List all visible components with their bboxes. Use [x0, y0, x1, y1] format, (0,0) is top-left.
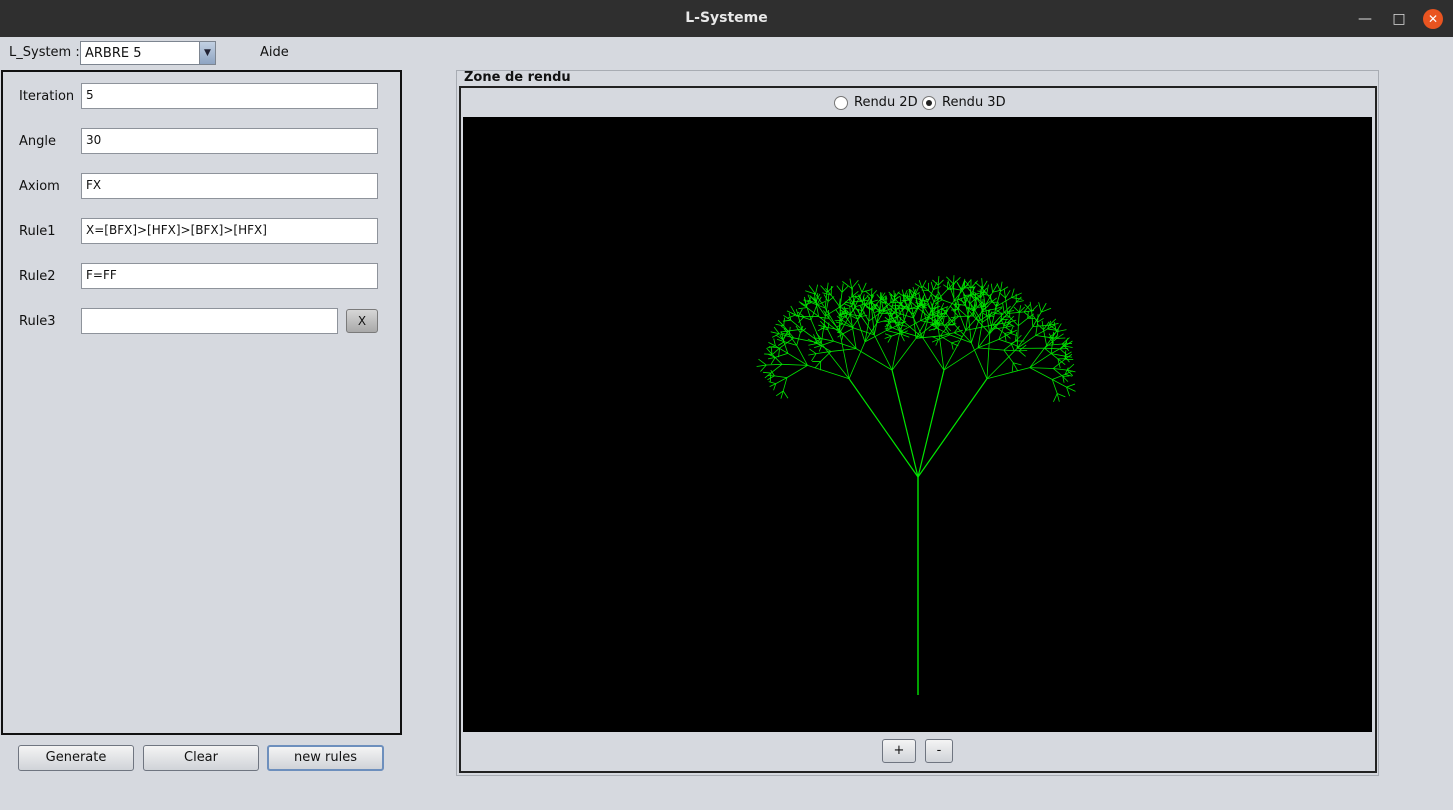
lsystem-select-value: ARBRE 5: [85, 46, 142, 61]
angle-field[interactable]: 30: [81, 128, 378, 154]
generate-button[interactable]: Generate: [18, 745, 134, 771]
close-icon[interactable]: ✕: [1423, 9, 1443, 29]
rendu-2d-label[interactable]: Rendu 2D: [854, 95, 918, 110]
minimize-icon[interactable]: —: [1355, 9, 1375, 29]
new-rules-button[interactable]: new rules: [267, 745, 384, 771]
maximize-icon[interactable]: □: [1389, 9, 1409, 29]
rule2-field[interactable]: F=FF: [81, 263, 378, 289]
lsystem-select[interactable]: ARBRE 5 ▼: [80, 41, 216, 65]
title-bar: L-Systeme — □ ✕: [0, 0, 1453, 37]
remove-rule3-button[interactable]: X: [346, 309, 378, 333]
render-canvas[interactable]: [463, 117, 1372, 732]
clear-button[interactable]: Clear: [143, 745, 259, 771]
rule3-label: Rule3: [19, 314, 56, 329]
iteration-field[interactable]: 5: [81, 83, 378, 109]
lsystem-tree: [756, 275, 1076, 695]
angle-label: Angle: [19, 134, 56, 149]
parameters-panel: [1, 70, 402, 735]
window-title: L-Systeme: [685, 10, 768, 26]
render-zone-title: Zone de rendu: [464, 70, 571, 85]
iteration-label: Iteration: [19, 89, 75, 104]
rule1-label: Rule1: [19, 224, 56, 239]
zoom-out-button[interactable]: -: [925, 739, 953, 763]
zoom-in-button[interactable]: +: [882, 739, 916, 763]
menu-bar: [0, 37, 1453, 68]
rule1-field[interactable]: X=[BFX]>[HFX]>[BFX]>[HFX]: [81, 218, 378, 244]
axiom-label: Axiom: [19, 179, 60, 194]
rule2-label: Rule2: [19, 269, 56, 284]
rule3-field[interactable]: [81, 308, 338, 334]
rendu-2d-radio[interactable]: [834, 96, 848, 110]
menu-aide[interactable]: Aide: [260, 45, 289, 60]
lsystem-label: L_System :: [9, 45, 80, 60]
rendu-3d-radio[interactable]: [922, 96, 936, 110]
chevron-down-icon[interactable]: ▼: [199, 42, 215, 64]
axiom-field[interactable]: FX: [81, 173, 378, 199]
rendu-3d-label[interactable]: Rendu 3D: [942, 95, 1006, 110]
